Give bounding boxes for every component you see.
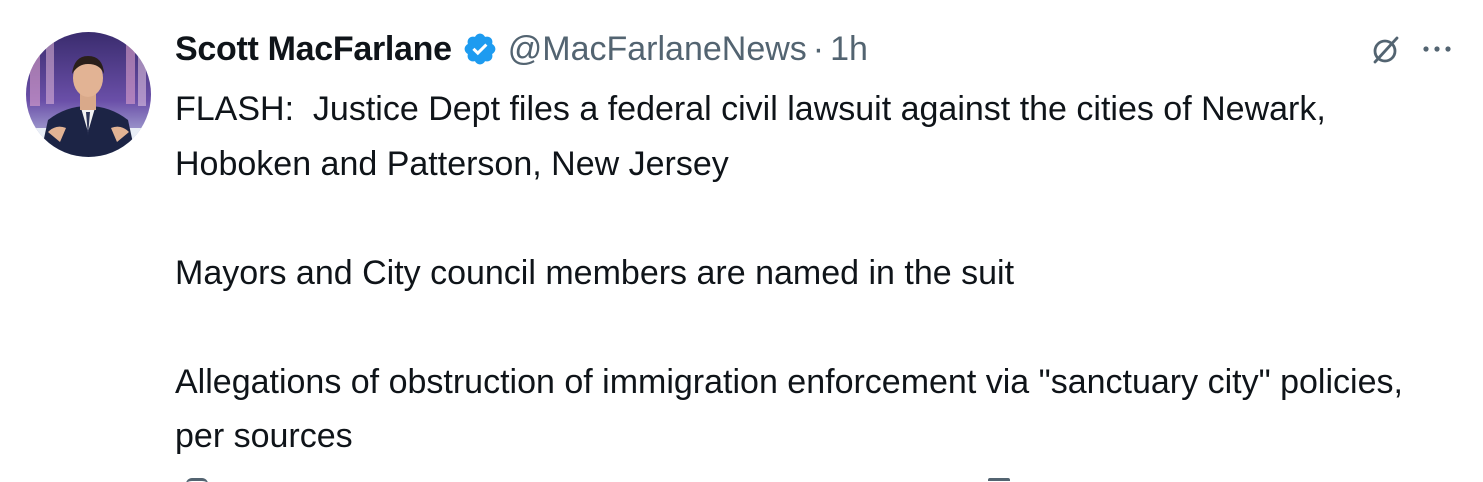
tweet-text: FLASH: Justice Dept files a federal civi… — [175, 82, 1435, 464]
timestamp[interactable]: 1h — [830, 30, 868, 69]
bookmark-icon[interactable] — [988, 478, 1010, 482]
author-handle[interactable]: @MacFarlaneNews — [508, 30, 807, 69]
tweet-header: Scott MacFarlane @MacFarlaneNews · 1h — [175, 24, 868, 74]
tweet-paragraph: FLASH: Justice Dept files a federal civi… — [175, 90, 1336, 183]
more-options-icon[interactable] — [1420, 34, 1454, 64]
profile-photo-icon — [26, 32, 151, 157]
avatar[interactable] — [26, 32, 151, 157]
author-name[interactable]: Scott MacFarlane — [175, 30, 452, 69]
tweet-paragraph: Allegations of obstruction of immigratio… — [175, 362, 1413, 456]
grok-icon[interactable] — [1368, 33, 1402, 67]
verified-badge-icon[interactable] — [462, 31, 498, 67]
tweet: Scott MacFarlane @MacFarlaneNews · 1h FL… — [0, 0, 1483, 482]
reply-icon[interactable] — [186, 478, 208, 482]
separator-dot: · — [812, 29, 825, 68]
tweet-paragraph: Mayors and City council members are name… — [175, 253, 1015, 292]
